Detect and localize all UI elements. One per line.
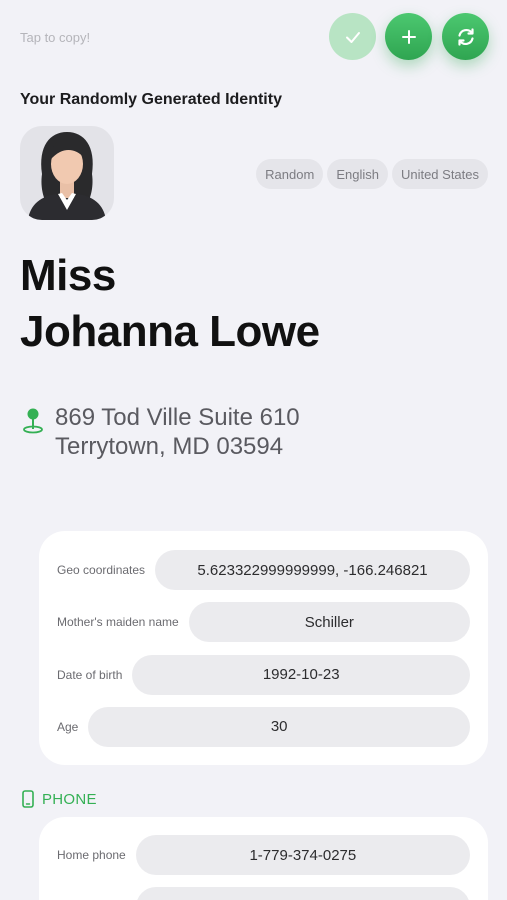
name-title: Miss xyxy=(20,251,116,300)
chip-language[interactable]: English xyxy=(327,159,388,189)
refresh-icon xyxy=(457,27,474,46)
address-line-1: 869 Tod Ville Suite 610 xyxy=(55,404,300,431)
phone-section-header: PHONE xyxy=(22,790,97,808)
chip-gender[interactable]: Random xyxy=(256,159,324,189)
checkmark-icon xyxy=(345,31,360,43)
detail-label: Age xyxy=(57,719,79,734)
address-line-2: Terrytown, MD 03594 xyxy=(55,433,284,460)
detail-row-dob: Date of birth 1992-10-23 xyxy=(57,654,470,695)
map-pin-icon xyxy=(23,408,43,434)
details-card: Geo coordinates 5.623322999999999, -166.… xyxy=(39,531,488,765)
detail-label: Mother's maiden name xyxy=(57,615,179,630)
detail-row-maiden-name: Mother's maiden name Schiller xyxy=(57,602,470,643)
section-title: Your Randomly Generated Identity xyxy=(20,91,282,108)
filter-chips: Random English United States xyxy=(256,159,488,189)
name-text: Johanna Lowe xyxy=(20,307,320,356)
detail-label: Date of birth xyxy=(57,667,123,682)
detail-row-age: Age 30 xyxy=(57,706,470,747)
avatar xyxy=(20,126,114,220)
phone-section-label: PHONE xyxy=(42,790,97,808)
detail-row-geo: Geo coordinates 5.623322999999999, -166.… xyxy=(57,550,470,590)
address[interactable]: 869 Tod Ville Suite 610 Terrytown, MD 03… xyxy=(20,403,300,461)
woman-avatar-icon xyxy=(28,132,106,220)
age-value[interactable]: 30 xyxy=(88,706,470,747)
geo-coordinates-value[interactable]: 5.623322999999999, -166.246821 xyxy=(155,550,470,590)
identity-screen: Tap to copy! Your Randomly Generated Ide… xyxy=(0,0,507,900)
copied-check-button[interactable] xyxy=(329,13,376,60)
plus-icon xyxy=(401,29,416,44)
phone-value-partial[interactable] xyxy=(135,887,470,900)
regenerate-button[interactable] xyxy=(442,13,489,60)
phone-row-partial: Home phone xyxy=(57,887,470,900)
maiden-name-value[interactable]: Schiller xyxy=(188,602,470,643)
chip-country[interactable]: United States xyxy=(391,159,488,189)
detail-label: Geo coordinates xyxy=(57,563,146,577)
phone-row-home: Home phone 1-779-374-0275 xyxy=(57,835,470,875)
phone-label: Home phone xyxy=(57,848,126,862)
phone-icon xyxy=(22,790,34,808)
home-phone-value[interactable]: 1-779-374-0275 xyxy=(135,835,470,875)
tap-to-copy-hint: Tap to copy! xyxy=(20,30,91,45)
add-identity-button[interactable] xyxy=(385,13,432,60)
phone-card: Home phone 1-779-374-0275 Home phone xyxy=(39,817,488,900)
date-of-birth-value[interactable]: 1992-10-23 xyxy=(132,654,470,695)
full-name[interactable]: Miss Johanna Lowe xyxy=(20,248,320,360)
